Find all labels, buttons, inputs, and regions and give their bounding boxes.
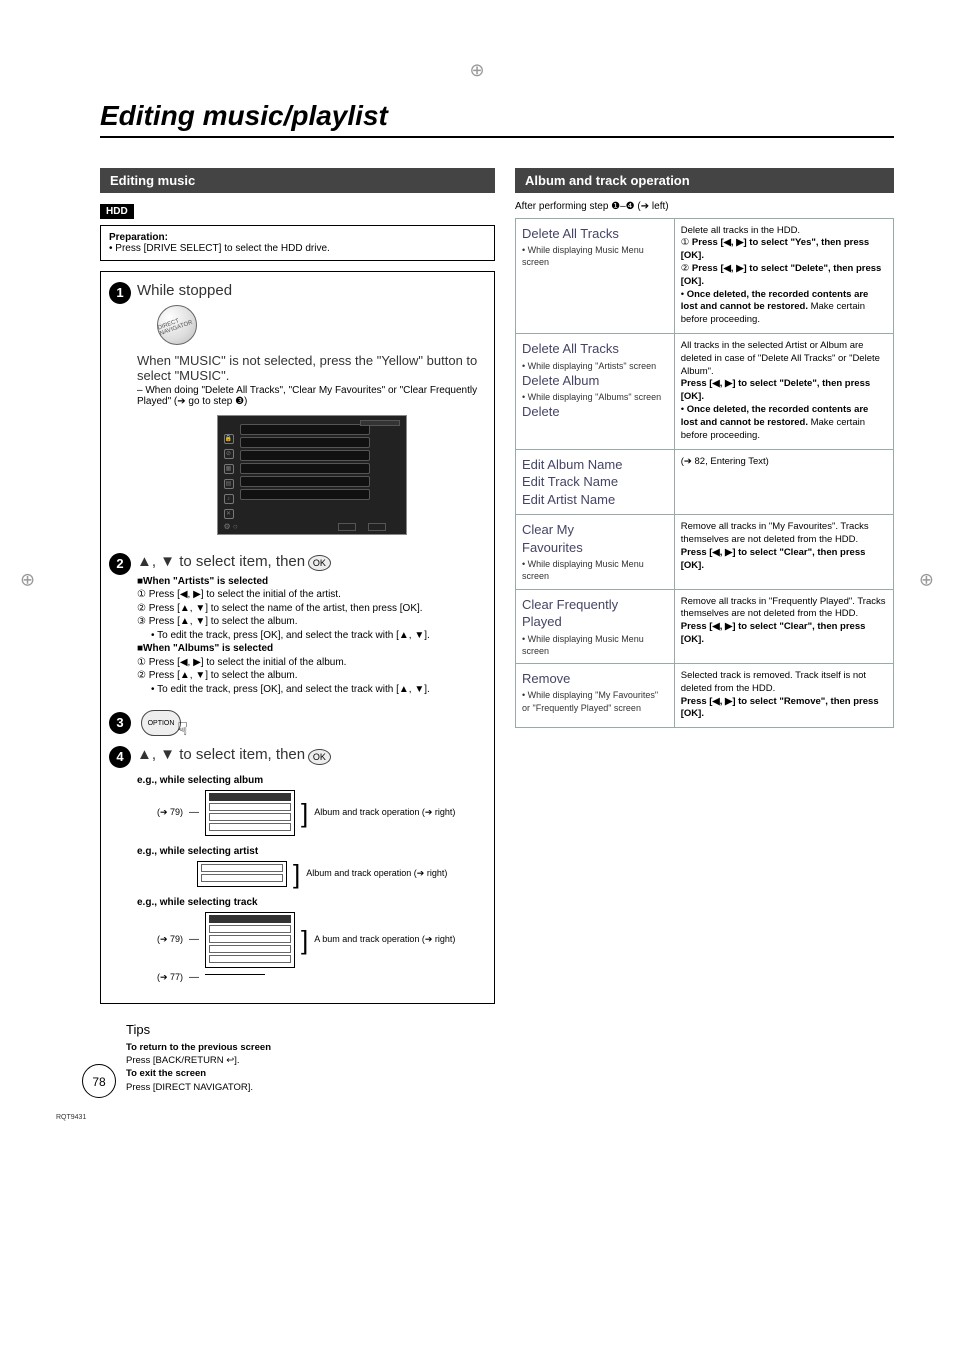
op-note: While displaying "Albums" screen [522, 391, 668, 403]
direct-navigator-icon[interactable]: DIRECT NAVIGATOR [157, 305, 197, 345]
artists-note: • To edit the track, press [OK], and sel… [151, 629, 486, 643]
artists-step-2: ② Press [▲, ▼] to select the name of the… [137, 602, 486, 616]
op-note: While displaying "Artists" screen [522, 360, 668, 372]
tips-return-heading: To return to the previous screen [126, 1041, 495, 1054]
op-name: Edit Track Name [522, 473, 668, 491]
table-row: Remove While displaying "My Favourites" … [516, 663, 894, 727]
preparation-title: Preparation: [109, 232, 486, 243]
op-desc: All tracks in the selected Artist or Alb… [674, 334, 893, 450]
tips-exit-heading: To exit the screen [126, 1067, 495, 1080]
album-option-mock [205, 790, 295, 836]
artist-option-mock [197, 861, 287, 887]
table-row: Delete All Tracks While displaying Music… [516, 218, 894, 334]
table-row: Delete All Tracks While displaying "Arti… [516, 334, 894, 450]
page-number: 78 [82, 1064, 116, 1098]
hand-pointer-icon: ☟ [177, 719, 188, 740]
abum-op-label: A bum and track operation (➔ right) [314, 934, 455, 945]
footer-code: RQT9431 [56, 1114, 495, 1121]
albums-note: • To edit the track, press [OK], and sel… [151, 683, 486, 697]
xref-77: (➔ 77) [157, 972, 183, 983]
step-4-heading: ▲, ▼ to select item, then [137, 746, 305, 763]
op-name: Clear MyFavourites [522, 521, 668, 556]
xref-79-a: (➔ 79) [157, 807, 183, 818]
music-menu-screenshot: 🔒 ⊘ ▦ ▤ ♪ ✕ ⚙︎ ○ [217, 415, 407, 535]
albums-selected-heading: ■When "Albums" is selected [137, 642, 486, 656]
artists-step-3: ③ Press [▲, ▼] to select the album. [137, 615, 486, 629]
op-note: While displaying "My Favourites" or "Fre… [522, 689, 668, 713]
table-row: Edit Album Name Edit Track Name Edit Art… [516, 449, 894, 515]
table-row: Clear FrequentlyPlayed While displaying … [516, 589, 894, 663]
album-track-op-header: Album and track operation [515, 168, 894, 193]
op-note: While displaying Music Menu screen [522, 558, 668, 582]
track-option-mock [205, 912, 295, 968]
eg-artist-title: e.g., while selecting artist [137, 846, 486, 857]
album-op-label-2: Album and track operation (➔ right) [306, 868, 447, 879]
procedure-box: 1 While stopped DIRECT NAVIGATOR When "M… [100, 271, 495, 1004]
albums-step-1: ① Press [◀, ▶] to select the initial of … [137, 656, 486, 670]
op-name: Clear FrequentlyPlayed [522, 596, 668, 631]
op-name: Delete All Tracks [522, 225, 668, 243]
direct-navigator-label: DIRECT NAVIGATOR [157, 312, 197, 336]
op-name: Remove [522, 670, 668, 688]
op-desc: (➔ 82, Entering Text) [674, 449, 893, 515]
step-4-number: 4 [109, 746, 131, 768]
step-1-body1: When "MUSIC" is not selected, press the … [137, 353, 486, 383]
step-2-number: 2 [109, 553, 131, 575]
crop-mark-left: ⊕ [20, 570, 35, 591]
title-underline [100, 136, 894, 138]
op-desc: Delete all tracks in the HDD. ① Press [◀… [674, 218, 893, 334]
step-2-heading: ▲, ▼ to select item, then [137, 553, 305, 570]
preparation-text: • Press [DRIVE SELECT] to select the HDD… [109, 243, 486, 254]
ok-button-icon[interactable]: OK [308, 555, 331, 571]
table-row: Clear MyFavourites While displaying Musi… [516, 515, 894, 589]
tips-return-body: Press [BACK/RETURN ↩]. [126, 1054, 495, 1067]
step-3-number: 3 [109, 712, 131, 734]
tips-exit-body: Press [DIRECT NAVIGATOR]. [126, 1081, 495, 1094]
step-1-heading: While stopped [137, 282, 486, 299]
op-note: While displaying Music Menu screen [522, 244, 668, 268]
album-op-label-1: Album and track operation (➔ right) [314, 807, 455, 818]
option-button-icon[interactable]: OPTION [141, 710, 181, 736]
ok-button-icon-2[interactable]: OK [308, 749, 331, 765]
op-desc: Remove all tracks in "My Favourites". Tr… [674, 515, 893, 589]
editing-music-header: Editing music [100, 168, 495, 193]
op-name: Delete All Tracks [522, 340, 668, 358]
op-name: Edit Artist Name [522, 491, 668, 509]
preparation-box: Preparation: • Press [DRIVE SELECT] to s… [100, 225, 495, 261]
eg-track-title: e.g., while selecting track [137, 897, 486, 908]
op-note: While displaying Music Menu screen [522, 633, 668, 657]
crop-mark-top: ⊕ [469, 60, 484, 81]
op-name: Delete Album [522, 372, 668, 390]
step-1-number: 1 [109, 282, 131, 304]
page-title: Editing music/playlist [100, 100, 894, 132]
op-name: Delete [522, 403, 668, 421]
op-name: Edit Album Name [522, 456, 668, 474]
op-desc: Selected track is removed. Track itself … [674, 663, 893, 727]
operation-table: Delete All Tracks While displaying Music… [515, 218, 894, 729]
op-desc: Remove all tracks in "Frequently Played"… [674, 589, 893, 663]
crop-mark-right: ⊕ [919, 570, 934, 591]
after-step-line: After performing step ❶–❹ (➔ left) [515, 201, 894, 212]
step-1-body2: – When doing "Delete All Tracks", "Clear… [137, 385, 486, 407]
artists-step-1: ① Press [◀, ▶] to select the initial of … [137, 588, 486, 602]
eg-album-title: e.g., while selecting album [137, 775, 486, 786]
artists-selected-heading: ■When "Artists" is selected [137, 575, 486, 589]
hdd-badge: HDD [100, 204, 134, 219]
xref-79-b: (➔ 79) [157, 934, 183, 945]
albums-step-2: ② Press [▲, ▼] to select the album. [137, 669, 486, 683]
tips-title: Tips [126, 1022, 495, 1037]
